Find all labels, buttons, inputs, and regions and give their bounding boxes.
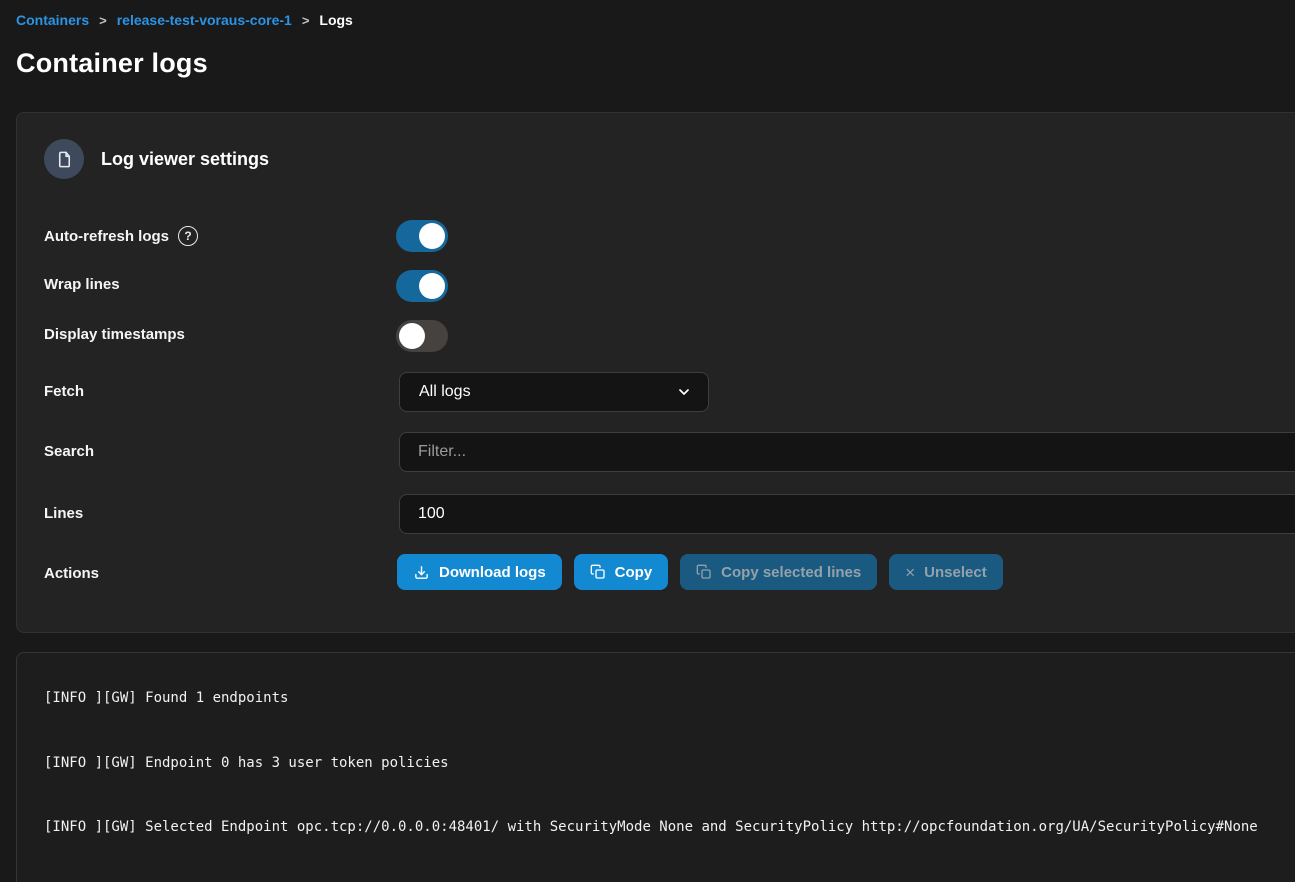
search-label-text: Search — [44, 443, 94, 460]
log-output-panel[interactable]: [INFO ][GW] Found 1 endpoints [INFO ][GW… — [16, 652, 1295, 882]
log-content: [INFO ][GW] Found 1 endpoints [INFO ][GW… — [44, 652, 1295, 882]
download-icon — [413, 564, 430, 581]
panel-title: Log viewer settings — [101, 149, 269, 170]
breadcrumb-logs: Logs — [319, 12, 352, 28]
display-timestamps-label: Display timestamps — [44, 326, 185, 343]
copy-button[interactable]: Copy — [574, 554, 669, 590]
fetch-label-text: Fetch — [44, 383, 84, 400]
page-title: Container logs — [16, 48, 208, 79]
help-icon[interactable]: ? — [178, 226, 198, 246]
document-icon — [44, 139, 84, 179]
fetch-select[interactable]: All logs — [399, 372, 709, 412]
auto-refresh-label-text: Auto-refresh logs — [44, 228, 169, 245]
fetch-selected-value: All logs — [419, 383, 676, 401]
fetch-label: Fetch — [44, 383, 84, 400]
copy-selected-lines-label: Copy selected lines — [721, 564, 861, 581]
breadcrumb-container-name[interactable]: release-test-voraus-core-1 — [117, 12, 292, 28]
x-icon: × — [905, 564, 915, 581]
panel-header: Log viewer settings — [44, 139, 269, 179]
log-line[interactable]: [INFO ][GW] Found 1 endpoints — [44, 688, 1295, 710]
actions-button-row: Download logs Copy Copy selected lines ×… — [397, 554, 1003, 590]
wrap-lines-label-text: Wrap lines — [44, 276, 120, 293]
auto-refresh-toggle[interactable] — [396, 220, 448, 252]
copy-selected-lines-button[interactable]: Copy selected lines — [680, 554, 877, 590]
unselect-label: Unselect — [924, 564, 987, 581]
log-viewer-settings-panel: Log viewer settings Auto-refresh logs ? … — [16, 112, 1295, 633]
display-timestamps-label-text: Display timestamps — [44, 326, 185, 343]
download-logs-label: Download logs — [439, 564, 546, 581]
copy-label: Copy — [615, 564, 653, 581]
unselect-button[interactable]: × Unselect — [889, 554, 1002, 590]
actions-label-text: Actions — [44, 565, 99, 582]
breadcrumb-separator: > — [302, 13, 310, 28]
lines-label: Lines — [44, 505, 83, 522]
wrap-lines-label: Wrap lines — [44, 276, 120, 293]
search-label: Search — [44, 443, 94, 460]
lines-label-text: Lines — [44, 505, 83, 522]
copy-icon — [590, 564, 606, 580]
wrap-lines-toggle[interactable] — [396, 270, 448, 302]
lines-input[interactable] — [399, 494, 1295, 534]
auto-refresh-label: Auto-refresh logs ? — [44, 226, 198, 246]
breadcrumb: Containers > release-test-voraus-core-1 … — [16, 12, 353, 28]
log-line[interactable]: [INFO ][GW] Endpoint 0 has 3 user token … — [44, 753, 1295, 775]
actions-label: Actions — [44, 565, 99, 582]
copy-icon — [696, 564, 712, 580]
display-timestamps-toggle[interactable] — [396, 320, 448, 352]
download-logs-button[interactable]: Download logs — [397, 554, 562, 590]
search-input[interactable] — [399, 432, 1295, 472]
chevron-down-icon — [676, 384, 692, 400]
breadcrumb-containers[interactable]: Containers — [16, 12, 89, 28]
breadcrumb-separator: > — [99, 13, 107, 28]
log-line[interactable]: [INFO ][GW] Selected Endpoint opc.tcp://… — [44, 817, 1295, 839]
